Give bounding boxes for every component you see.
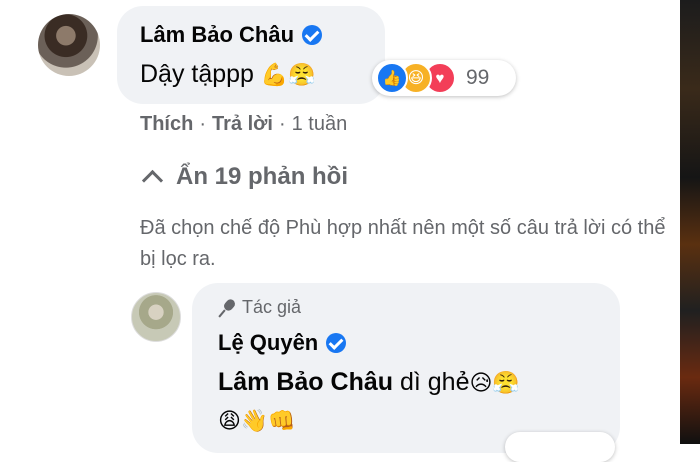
filter-notice: Đã chọn chế độ Phù hợp nhất nên một số c… — [140, 217, 666, 270]
comment-text: Dậy tậppp 💪😤 — [140, 60, 316, 89]
reply-emojis: 😥😤 — [469, 370, 520, 395]
comment-actions: Thích · Trả lời · 1 tuần — [140, 113, 347, 136]
author-badge-label: Tác giả — [242, 297, 302, 317]
comment-emojis: 💪😤 — [260, 62, 316, 87]
avatar[interactable] — [38, 14, 100, 76]
comment-author-name[interactable]: Lâm Bảo Châu — [140, 22, 294, 48]
comment-author[interactable]: Lâm Bảo Châu — [140, 22, 323, 48]
separator: · — [199, 113, 207, 135]
reply-body: dì ghẻ — [399, 368, 470, 396]
reply-text: Lâm Bảo Châu dì ghẻ😥😤 — [218, 368, 520, 397]
reaction-summary[interactable]: 👍 😆 ♥ 99 — [372, 60, 516, 96]
hide-replies-label: Ẩn 19 phản hồi — [176, 163, 349, 190]
reply-author[interactable]: Lệ Quyên — [218, 330, 347, 356]
reply-emojis-2: 😩👋👊 — [218, 408, 296, 433]
background-strip — [680, 0, 700, 444]
verified-badge-icon — [302, 25, 323, 45]
chevron-up-icon — [141, 169, 164, 191]
like-button[interactable]: Thích — [140, 113, 193, 136]
reply-button[interactable]: Trả lời — [212, 113, 273, 136]
reply-reaction-summary[interactable] — [505, 432, 615, 462]
comment-body: Dậy tậppp — [140, 60, 254, 88]
reply-emoji-line: 😩👋👊 — [218, 406, 296, 435]
comment-timestamp[interactable]: 1 tuần — [292, 113, 348, 136]
reply-author-name[interactable]: Lệ Quyên — [218, 330, 318, 356]
reaction-count: 99 — [466, 66, 490, 89]
comment-bubble — [117, 6, 385, 104]
hide-replies-button[interactable]: Ẩn 19 phản hồi — [141, 163, 349, 191]
reply-avatar[interactable] — [131, 292, 181, 342]
verified-badge-icon — [326, 333, 347, 353]
mention-link[interactable]: Lâm Bảo Châu — [218, 368, 393, 396]
microphone-icon — [218, 299, 236, 317]
author-badge: Tác giả — [218, 297, 301, 318]
like-icon: 👍 — [376, 62, 408, 94]
separator: · — [278, 113, 286, 135]
